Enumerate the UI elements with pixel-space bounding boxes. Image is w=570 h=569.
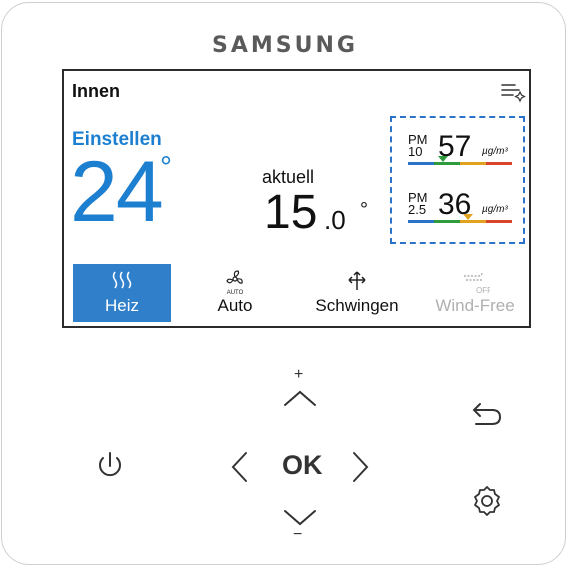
zone-title: Innen bbox=[72, 81, 120, 101]
up-arrow-button[interactable] bbox=[282, 388, 318, 408]
mode-wind-free-label: Wind-Free bbox=[435, 296, 515, 315]
display-screen: Innen Einstellen 24 ° aktuell 15 .0 ° PM… bbox=[62, 69, 531, 328]
heat-icon bbox=[112, 271, 132, 289]
setpoint-degree: ° bbox=[160, 151, 172, 184]
back-button[interactable] bbox=[470, 400, 504, 428]
pm10-level-bar bbox=[408, 162, 512, 165]
air-quality-panel[interactable]: PM 10 57 µg/m³ PM 2.5 36 µg/m³ bbox=[390, 116, 525, 244]
wind-free-icon: OFF bbox=[464, 272, 490, 295]
mode-wind-free-button[interactable]: OFF Wind-Free bbox=[426, 264, 524, 322]
pm25-indicator: PM 2.5 36 µg/m³ bbox=[408, 188, 512, 238]
swing-icon bbox=[348, 271, 366, 290]
minus-sign: − bbox=[293, 526, 303, 543]
fan-icon: AUTO bbox=[226, 270, 244, 296]
pm25-level-bar bbox=[408, 220, 512, 223]
setpoint-value[interactable]: 24 bbox=[70, 149, 164, 235]
plus-sign: + bbox=[294, 366, 304, 383]
mode-fan-auto-button[interactable]: AUTO Auto bbox=[186, 264, 284, 322]
mode-swing-label: Schwingen bbox=[315, 296, 399, 315]
svg-text:OFF: OFF bbox=[476, 286, 490, 295]
mode-fan-auto-label: Auto bbox=[217, 296, 253, 315]
mode-swing-button[interactable]: Schwingen bbox=[308, 264, 406, 322]
pm25-unit: µg/m³ bbox=[482, 204, 508, 215]
pm10-unit: µg/m³ bbox=[482, 146, 508, 157]
current-temp-degree: ° bbox=[360, 199, 368, 221]
mode-heat-button[interactable]: Heiz bbox=[73, 264, 171, 322]
current-temp-value: 15 bbox=[264, 186, 318, 239]
pm10-label: PM 10 bbox=[408, 132, 428, 159]
ok-button[interactable]: OK bbox=[282, 450, 323, 481]
current-temp-decimal: .0 bbox=[324, 205, 346, 235]
air-menu-icon[interactable] bbox=[499, 77, 527, 103]
power-button[interactable] bbox=[93, 449, 127, 483]
brand-logo: SAMSUNG bbox=[212, 33, 358, 58]
mode-heat-label: Heiz bbox=[104, 296, 139, 315]
left-arrow-button[interactable] bbox=[228, 450, 250, 484]
down-arrow-button[interactable] bbox=[282, 508, 318, 528]
pm25-label: PM 2.5 bbox=[408, 190, 428, 217]
pm10-indicator: PM 10 57 µg/m³ bbox=[408, 130, 512, 180]
settings-gear-button[interactable] bbox=[470, 484, 504, 518]
right-arrow-button[interactable] bbox=[350, 450, 372, 484]
